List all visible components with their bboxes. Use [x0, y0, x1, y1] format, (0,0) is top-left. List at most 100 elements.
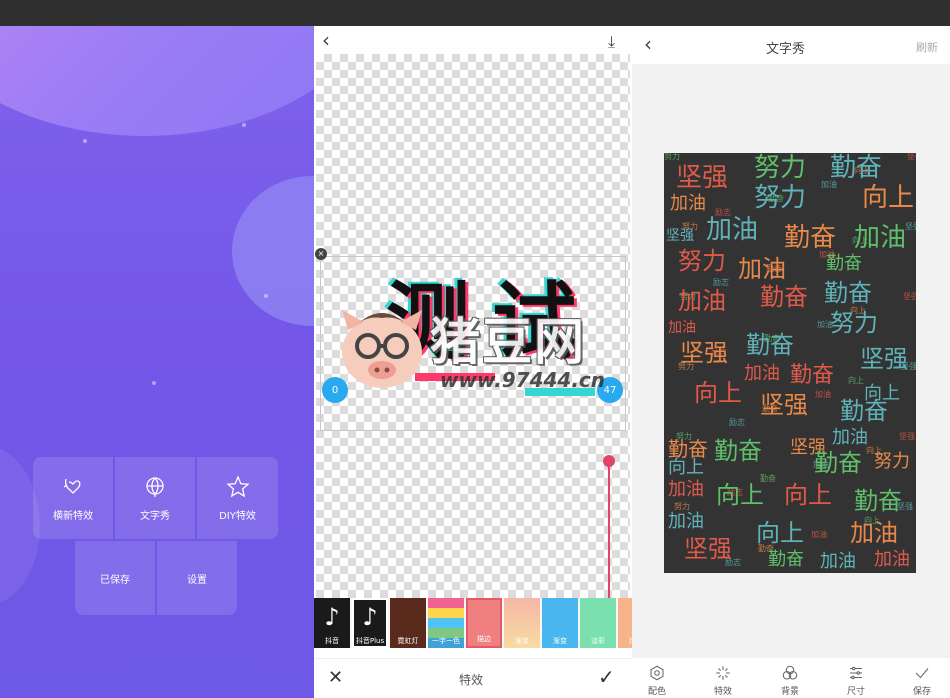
- tiktok-icon: ♪: [362, 603, 378, 631]
- word-cloud-filler: 励志: [729, 418, 745, 427]
- thumbnail-douyin[interactable]: ♪ 抖音: [314, 598, 350, 648]
- word-cloud-filler: 坚强: [899, 432, 915, 441]
- effect-thumbnail-strip: ♪ 抖音 ♪ 抖音Plus 霓虹灯 一字一色 描边 渐变 渐变 淡彩 炫彩: [314, 598, 632, 648]
- confirm-button[interactable]: ✓: [598, 665, 615, 689]
- word-cloud-word: 勤奋: [768, 549, 804, 570]
- word-cloud-word: 向上: [864, 383, 900, 404]
- word-cloud-word: 加油: [738, 255, 786, 283]
- word-cloud-word: 向上: [784, 481, 832, 509]
- thumbnail-gradient-2[interactable]: 渐变: [542, 598, 578, 648]
- heart-hand-icon: [63, 478, 81, 494]
- word-cloud-word: 努力: [830, 309, 878, 337]
- word-cloud-filler: 励志: [713, 278, 729, 287]
- menu-label: 已保存: [100, 574, 130, 586]
- word-cloud-filler: 努力: [664, 153, 680, 161]
- toolbar-label: 尺寸: [846, 687, 865, 697]
- word-cloud-filler: 向上: [848, 376, 864, 385]
- decor-dot: [264, 294, 268, 298]
- color-scheme-button[interactable]: 配色: [637, 664, 677, 697]
- watermark-title: 猪豆网: [430, 313, 586, 371]
- word-cloud-word: 向上: [756, 519, 804, 547]
- cancel-button[interactable]: ✕: [328, 667, 343, 688]
- save-button[interactable]: 保存: [902, 664, 942, 697]
- size-slider-knob[interactable]: [603, 455, 615, 467]
- word-cloud-filler: 坚强: [903, 292, 916, 301]
- word-cloud-word: 努力: [754, 183, 807, 213]
- word-cloud-word: 坚强: [860, 345, 908, 373]
- thumbnail-gradient[interactable]: 渐变: [504, 598, 540, 648]
- download-icon[interactable]: ⤓: [608, 32, 615, 52]
- menu-tile-shake-effect[interactable]: 横新特效: [33, 457, 113, 539]
- background-button[interactable]: 背景: [770, 664, 810, 697]
- back-icon[interactable]: ‹: [644, 34, 652, 54]
- thumbnail-label: 炫彩: [618, 636, 632, 646]
- size-slider-track[interactable]: [608, 461, 610, 601]
- word-cloud-word: 勤奋: [826, 253, 862, 274]
- background-shape: [232, 176, 314, 326]
- decor-dot: [152, 381, 156, 385]
- size-button[interactable]: 尺寸: [836, 664, 876, 697]
- pig-logo-icon: [342, 310, 422, 388]
- word-cloud-filler: 坚强: [907, 153, 916, 161]
- word-cloud-word: 加油: [668, 479, 704, 500]
- bottom-toolbar: 配色 特效 背景 尺寸 保存: [632, 658, 950, 698]
- menu-tile-diy-effect[interactable]: DIY特效: [197, 457, 278, 539]
- background-shape: [0, 26, 314, 136]
- thumbnail-label: 描边: [477, 635, 491, 643]
- word-cloud-word: 加油: [678, 287, 726, 315]
- word-cloud-filler: 加油: [811, 530, 827, 539]
- word-cloud-word: 勤奋: [814, 449, 862, 477]
- word-cloud-word: 向上: [716, 481, 764, 509]
- word-cloud-word: 努力: [754, 153, 807, 183]
- thumbnail-one-color[interactable]: 一字一色: [428, 598, 464, 648]
- thumbnail-douyin-plus[interactable]: ♪ 抖音Plus: [352, 598, 388, 648]
- decor-dot: [83, 139, 87, 143]
- editor-footer: ✕ 特效 ✓: [314, 658, 632, 698]
- palette-icon: [650, 665, 664, 681]
- back-icon[interactable]: ‹: [322, 30, 330, 50]
- thumbnail-label: 抖音: [325, 637, 339, 645]
- home-screen: 横新特效 文字秀 DIY特效 已保存 设置: [0, 26, 314, 698]
- word-cloud-word: 努力: [678, 247, 726, 275]
- menu-label: 设置: [187, 574, 207, 586]
- menu-tile-text-show[interactable]: 文字秀: [115, 457, 195, 539]
- thumbnail-pastel[interactable]: 淡彩: [580, 598, 616, 648]
- text-show-screen: ‹ 文字秀 刷新 励志 勤奋 加油 向上 坚强 努力 励志 勤奋 加油 向上 坚强 努力 励志 勤奋 加油向…: [632, 26, 950, 698]
- globe-icon: [146, 476, 164, 497]
- status-bar: [0, 0, 950, 26]
- close-icon[interactable]: ×: [315, 248, 327, 260]
- word-cloud-word: 加油: [850, 519, 898, 547]
- page-title: 文字秀: [766, 42, 806, 57]
- word-cloud-word: 向上: [694, 379, 742, 407]
- refresh-button[interactable]: 刷新: [916, 39, 938, 55]
- word-cloud-word: 加油: [706, 215, 759, 245]
- menu-tile-settings[interactable]: 设置: [157, 541, 237, 615]
- word-cloud-word: 坚强: [760, 391, 808, 419]
- word-cloud-word: 加油: [668, 320, 696, 336]
- word-cloud-word: 加油: [854, 223, 907, 253]
- toolbar-label: 背景: [780, 687, 799, 697]
- word-cloud-word: 坚强: [680, 339, 728, 367]
- thumbnail-neon[interactable]: 霓虹灯: [390, 598, 426, 648]
- thumbnail-colorful[interactable]: 炫彩: [618, 598, 632, 648]
- menu-tile-saved[interactable]: 已保存: [75, 541, 155, 615]
- word-cloud-word: 加油: [820, 551, 856, 572]
- circles-icon: [782, 665, 798, 680]
- word-cloud-word: 勤奋: [746, 331, 794, 359]
- thumbnail-stroke[interactable]: 描边: [466, 598, 502, 648]
- word-cloud-word: 加油: [832, 427, 868, 448]
- word-cloud-word: 坚强: [684, 535, 732, 563]
- effects-button[interactable]: 特效: [703, 664, 743, 697]
- footer-title: 特效: [459, 673, 484, 687]
- toolbar-label: 配色: [647, 687, 666, 697]
- word-cloud-word: 向上: [862, 183, 915, 213]
- word-cloud-word: 坚强: [676, 163, 729, 193]
- word-cloud-word: 勤奋: [714, 437, 762, 465]
- thumbnail-label: 渐变: [515, 637, 529, 645]
- word-cloud-word: 勤奋: [830, 153, 883, 183]
- word-cloud-word: 向上: [668, 457, 704, 478]
- word-cloud-word: 勤奋: [784, 223, 837, 253]
- thumbnail-label: 抖音Plus: [355, 637, 385, 645]
- word-cloud-word: 加油: [670, 193, 706, 214]
- header: ‹ 文字秀 刷新: [632, 26, 950, 64]
